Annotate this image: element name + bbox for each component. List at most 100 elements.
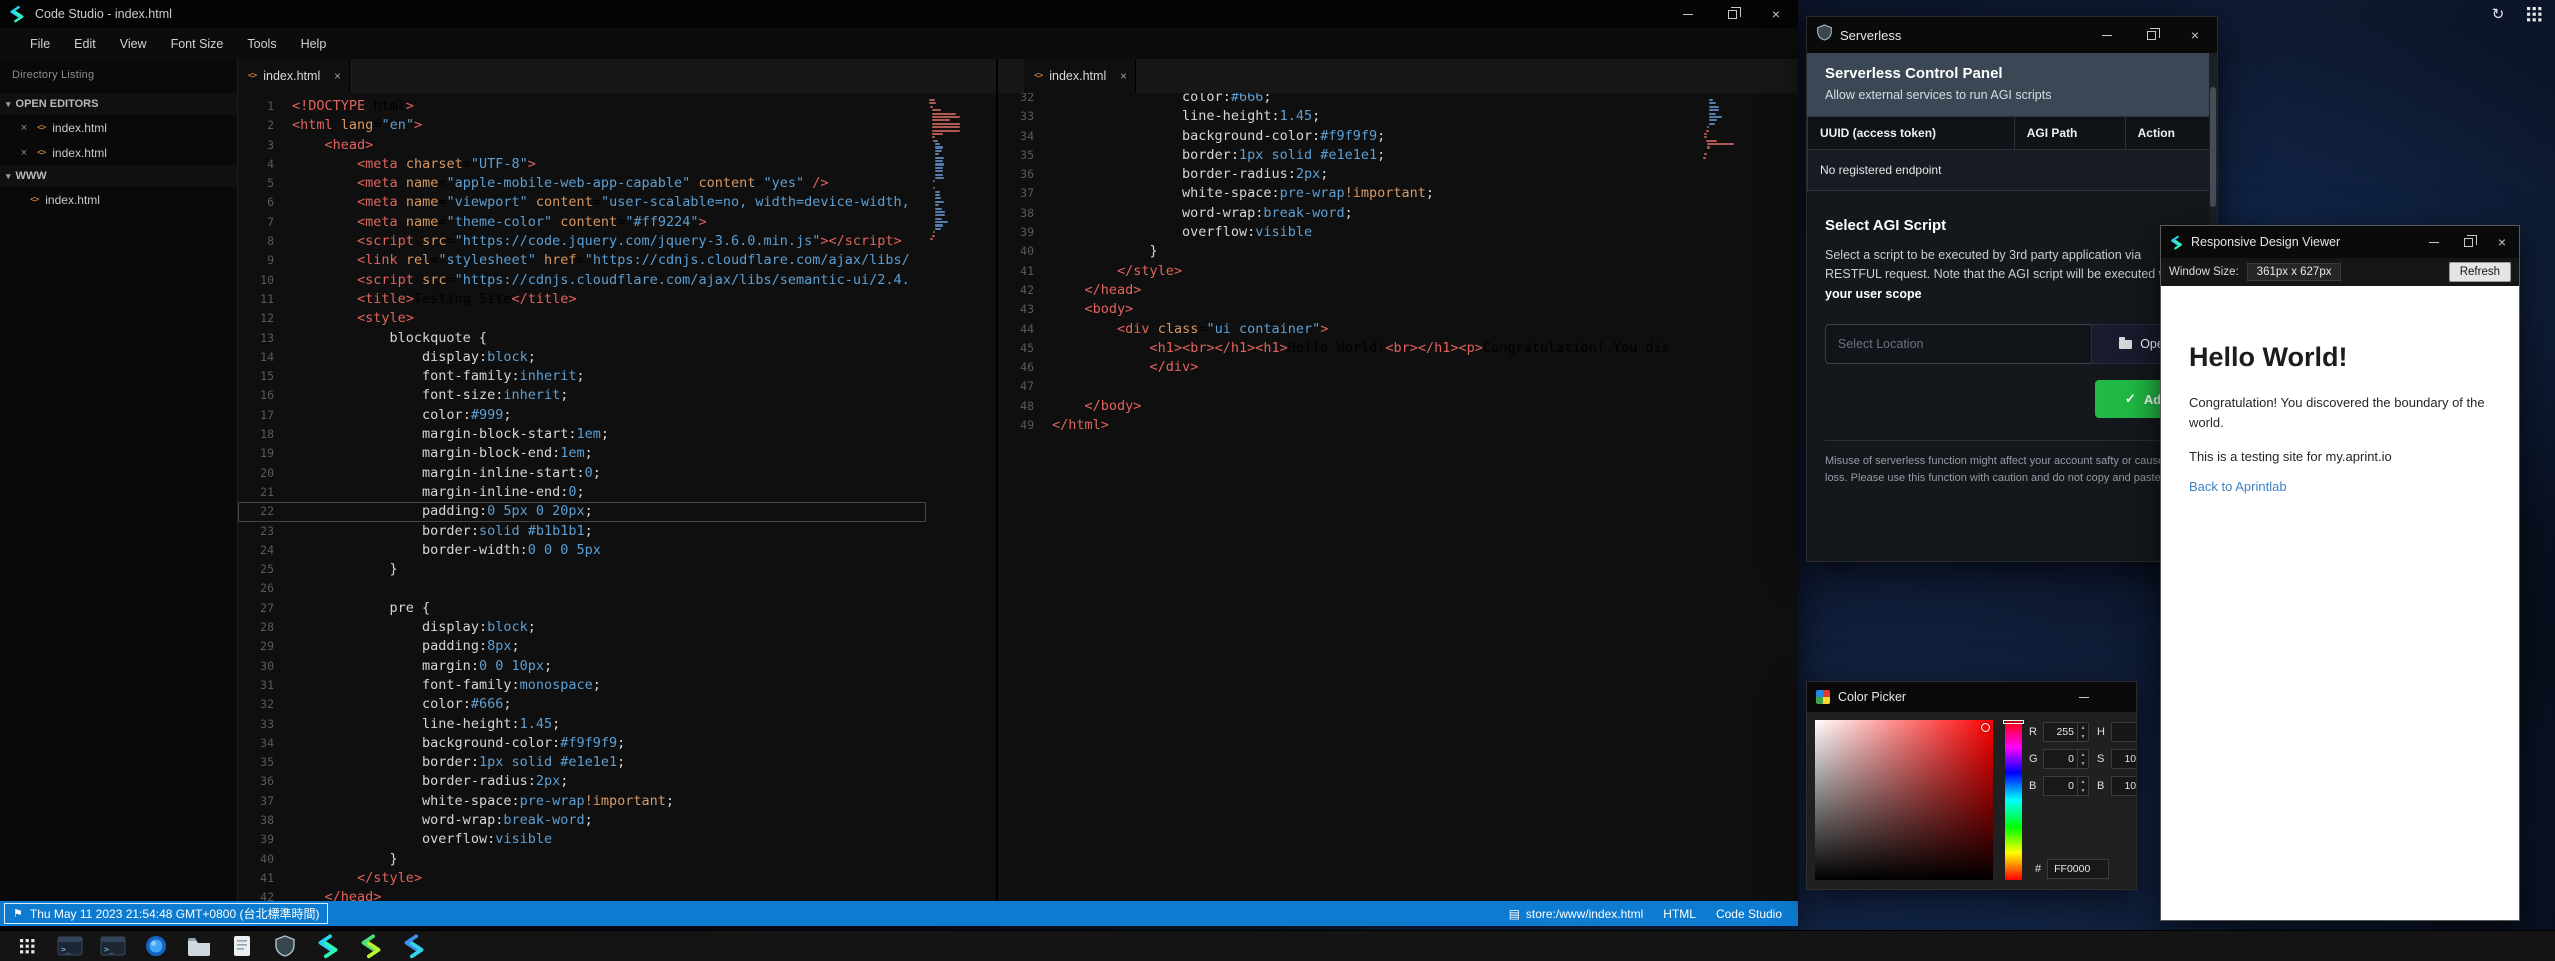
tab-label: index.html — [263, 69, 320, 83]
cs-cyan-icon[interactable] — [315, 933, 341, 959]
select-location-input[interactable] — [1825, 324, 2091, 364]
check-icon: ✓ — [2125, 391, 2136, 407]
saturation-brightness-area[interactable] — [1815, 720, 1993, 880]
chevron-down-icon: ▾ — [6, 99, 11, 110]
restore-icon[interactable] — [2129, 17, 2173, 53]
value-input[interactable]: 0▲▼ — [2043, 749, 2089, 769]
open-editors-header[interactable]: ▾ OPEN EDITORS — [0, 93, 237, 115]
statusbar-datetime: ⚑ Thu May 11 2023 21:54:48 GMT+0800 (台北標… — [4, 903, 328, 924]
terminal-icon[interactable]: >_ — [57, 933, 83, 959]
serverless-titlebar[interactable]: Serverless × — [1807, 17, 2217, 53]
close-icon[interactable]: × — [2173, 17, 2217, 53]
endpoint-table: UUID (access token)AGI PathAction No reg… — [1807, 116, 2217, 191]
html-file-icon — [248, 71, 256, 81]
code-line-34: 34 background-color:#f9f9f9; — [998, 127, 1728, 146]
code-editor-left[interactable]: 1<!DOCTYPE html>2<html lang="en">3 <head… — [238, 93, 996, 901]
value-input[interactable]: 0▲▼ — [2111, 722, 2137, 742]
code-line-14: 14 display:block; — [238, 348, 926, 367]
cs-blue-icon[interactable] — [401, 933, 427, 959]
minimap[interactable] — [1703, 99, 1739, 160]
remote-flag-icon: ⚑ — [13, 907, 23, 920]
refresh-button[interactable]: Refresh — [2449, 262, 2511, 282]
tab-index-html[interactable]: index.html × — [1024, 59, 1136, 93]
statusbar-language[interactable]: HTML — [1663, 907, 1696, 921]
color-picker-titlebar[interactable]: Color Picker — [1807, 682, 2136, 712]
menu-tools[interactable]: Tools — [235, 28, 288, 59]
cs-green-icon[interactable] — [358, 933, 384, 959]
minimap[interactable] — [929, 99, 965, 241]
stepper[interactable]: ▲▼ — [2077, 777, 2088, 795]
file-tree-item[interactable]: index.html — [0, 187, 237, 212]
value-input[interactable]: 100▲▼ — [2111, 749, 2137, 769]
browser-icon[interactable] — [143, 933, 169, 959]
minimize-icon[interactable] — [2085, 17, 2129, 53]
code-line-17: 17 color:#999; — [238, 406, 926, 425]
warning-text: Misuse of serverless function might affe… — [1825, 453, 2199, 486]
files-icon[interactable] — [186, 933, 212, 959]
color-field-h: H0▲▼ — [2097, 722, 2137, 742]
code-line-43: 43 <body> — [998, 300, 1728, 319]
close-icon[interactable]: × — [18, 122, 30, 134]
color-field-s: S100▲▼ — [2097, 749, 2137, 769]
minimize-icon[interactable] — [2062, 682, 2106, 712]
refresh-icon[interactable]: ↻ — [2488, 4, 2508, 24]
code-line-29: 29 padding:8px; — [238, 637, 926, 656]
code-editor-right[interactable]: 32 color:#666;33 line-height:1.45;34 bac… — [998, 93, 1798, 901]
titlebar[interactable]: Code Studio - index.html × — [0, 0, 1798, 28]
code-line-42: 42 </head> — [238, 888, 926, 901]
value-input[interactable]: 0▲▼ — [2043, 776, 2089, 796]
stepper[interactable]: ▲▼ — [2077, 723, 2088, 741]
code-line-16: 16 font-size:inherit; — [238, 386, 926, 405]
responsive-viewer-titlebar[interactable]: Responsive Design Viewer × — [2161, 226, 2519, 258]
code-line-21: 21 margin-inline-end:0; — [238, 483, 926, 502]
www-folder-header[interactable]: ▾ WWW — [0, 165, 237, 187]
value-input[interactable]: 255▲▼ — [2043, 722, 2089, 742]
tab-index-html[interactable]: index.html × — [238, 59, 350, 93]
hue-slider[interactable] — [2005, 720, 2022, 880]
tab-close-icon[interactable]: × — [1120, 69, 1127, 83]
code-line-24: 24 border-width:0 0 0 5px — [238, 541, 926, 560]
code-line-49: 49</html> — [998, 416, 1728, 435]
close-icon[interactable]: × — [2485, 226, 2519, 258]
tab-close-icon[interactable]: × — [334, 69, 341, 83]
open-editor-item[interactable]: ×index.html — [0, 140, 237, 165]
close-icon[interactable]: × — [18, 147, 30, 159]
page-paragraph: This is a testing site for my.aprint.io — [2189, 449, 2491, 464]
value-input[interactable]: 100▲▼ — [2111, 776, 2137, 796]
hex-input[interactable]: FF0000 — [2047, 859, 2109, 879]
minimize-icon[interactable] — [1666, 0, 1710, 28]
app-grid-icon[interactable] — [2524, 4, 2544, 24]
open-editor-item[interactable]: ×index.html — [0, 115, 237, 140]
menu-view[interactable]: View — [108, 28, 159, 59]
close-icon[interactable]: × — [1754, 0, 1798, 28]
menu-file[interactable]: File — [18, 28, 62, 59]
menu-help[interactable]: Help — [289, 28, 339, 59]
stepper[interactable]: ▲▼ — [2077, 750, 2088, 768]
start-grid-icon[interactable] — [14, 933, 40, 959]
restore-icon[interactable] — [2451, 226, 2485, 258]
code-line-8: 8 <script src="https://code.jquery.com/j… — [238, 232, 926, 251]
sidebar: Directory Listing ▾ OPEN EDITORS ×index.… — [0, 59, 238, 901]
serverless-panel-header: Serverless Control Panel Allow external … — [1807, 53, 2217, 116]
menu-edit[interactable]: Edit — [62, 28, 108, 59]
code-line-18: 18 margin-block-start:1em; — [238, 425, 926, 444]
menubar: FileEditViewFont SizeToolsHelp — [0, 28, 1798, 59]
statusbar-filepath[interactable]: ▤ store:/www/index.html — [1509, 907, 1644, 921]
hue-thumb[interactable] — [2003, 720, 2024, 724]
back-to-aprintlab-link[interactable]: Back to Aprintlab — [2189, 479, 2287, 494]
minimize-icon[interactable] — [2417, 226, 2451, 258]
color-cursor[interactable] — [1981, 723, 1990, 732]
table-header: AGI Path — [2014, 117, 2125, 150]
text-editor-icon[interactable] — [229, 933, 255, 959]
window-size-value[interactable]: 361px x 627px — [2247, 263, 2342, 281]
terminal-icon[interactable]: >_ — [100, 933, 126, 959]
restore-icon[interactable] — [1710, 0, 1754, 28]
code-line-47: 47 — [998, 377, 1728, 396]
code-line-36: 36 border-radius:2px; — [998, 165, 1728, 184]
code-line-34: 34 background-color:#f9f9f9; — [238, 734, 926, 753]
code-line-20: 20 margin-inline-start:0; — [238, 464, 926, 483]
menu-font-size[interactable]: Font Size — [159, 28, 236, 59]
window-size-label: Window Size: — [2169, 266, 2239, 278]
shield-icon[interactable] — [272, 933, 298, 959]
code-line-19: 19 margin-block-end:1em; — [238, 444, 926, 463]
